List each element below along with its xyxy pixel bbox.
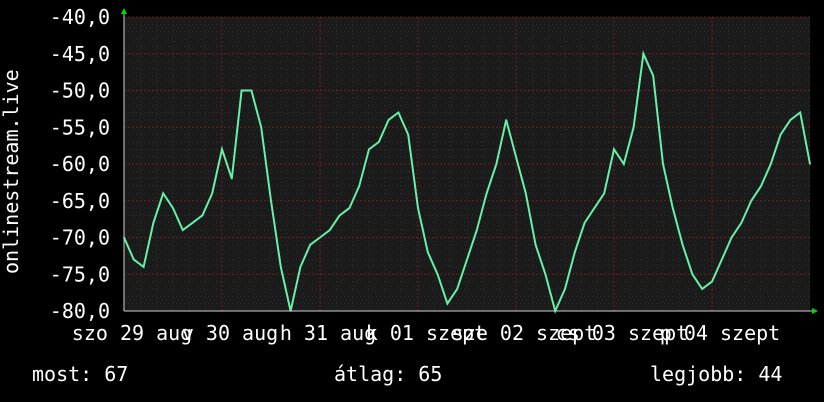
data-point bbox=[593, 207, 596, 209]
data-point bbox=[319, 236, 321, 239]
data-point bbox=[681, 244, 684, 246]
data-point bbox=[201, 214, 204, 217]
data-point bbox=[378, 141, 380, 143]
data-point bbox=[730, 236, 733, 239]
x-tick-label: p 04 szept bbox=[660, 321, 780, 345]
data-point bbox=[152, 222, 155, 224]
data-point bbox=[613, 148, 615, 151]
data-point bbox=[250, 89, 253, 92]
data-point bbox=[358, 185, 361, 187]
data-point bbox=[240, 89, 243, 92]
data-point bbox=[809, 163, 811, 165]
y-axis-ticks: -40,0 -45,0 -50,0 -55,0 -60,0 -65,0 -70,0 -75,0… bbox=[50, 5, 110, 323]
data-point bbox=[162, 192, 164, 195]
data-point bbox=[691, 273, 694, 276]
data-point bbox=[309, 244, 312, 246]
data-point bbox=[427, 251, 429, 253]
data-point bbox=[260, 126, 263, 129]
data-point bbox=[270, 199, 272, 202]
y-tick-label: -65,0 bbox=[50, 189, 110, 213]
data-point bbox=[231, 177, 233, 180]
data-point bbox=[779, 133, 782, 136]
data-point bbox=[407, 133, 410, 136]
data-point bbox=[329, 229, 331, 231]
data-point bbox=[789, 119, 792, 121]
data-point bbox=[368, 148, 370, 151]
y-tick-label: -45,0 bbox=[50, 42, 110, 66]
data-point bbox=[632, 126, 635, 129]
data-point bbox=[172, 207, 174, 209]
data-point bbox=[221, 148, 223, 151]
data-point bbox=[642, 52, 645, 55]
data-point bbox=[495, 163, 498, 165]
y-tick-label: -40,0 bbox=[50, 5, 110, 29]
y-tick-label: -80,0 bbox=[50, 299, 110, 323]
data-point bbox=[505, 119, 508, 121]
data-point bbox=[133, 258, 135, 261]
stat-now: most: 67 bbox=[32, 362, 129, 386]
y-axis-label: onlinestream.live bbox=[0, 69, 23, 274]
data-point bbox=[211, 192, 213, 195]
data-point bbox=[799, 111, 801, 114]
data-point bbox=[534, 244, 537, 246]
data-point bbox=[485, 192, 488, 195]
data-point bbox=[672, 207, 674, 209]
data-point bbox=[515, 155, 517, 158]
data-point bbox=[476, 229, 478, 231]
data-point bbox=[770, 163, 772, 165]
data-point bbox=[446, 302, 449, 305]
data-point bbox=[436, 273, 439, 276]
data-point bbox=[525, 192, 527, 195]
data-point bbox=[397, 111, 400, 114]
data-point bbox=[711, 280, 713, 283]
x-tick-label: szo 29 aug bbox=[72, 321, 192, 345]
data-point bbox=[142, 266, 145, 268]
data-point bbox=[652, 75, 654, 77]
y-tick-label: -60,0 bbox=[50, 152, 110, 176]
data-point bbox=[387, 119, 390, 121]
x-tick-label: v 30 aug bbox=[182, 321, 278, 345]
data-point bbox=[280, 266, 282, 268]
stat-average: átlag: 65 bbox=[334, 362, 443, 386]
data-point bbox=[662, 163, 664, 165]
data-point bbox=[338, 214, 341, 217]
data-point bbox=[417, 207, 419, 209]
data-point bbox=[299, 266, 302, 268]
data-point bbox=[701, 288, 703, 290]
data-point bbox=[348, 207, 351, 209]
x-axis-ticks: szo 29 augv 30 aug h 31 augk 01 szeptsze … bbox=[72, 321, 780, 345]
data-point bbox=[574, 251, 576, 253]
data-point bbox=[182, 229, 184, 231]
data-point bbox=[466, 258, 468, 261]
data-point bbox=[191, 222, 194, 224]
data-point bbox=[603, 192, 605, 195]
data-point bbox=[740, 222, 743, 224]
data-point bbox=[721, 258, 723, 261]
data-point bbox=[456, 288, 459, 290]
stat-best: legjobb: 44 bbox=[650, 362, 783, 386]
x-tick-label: h 31 aug bbox=[280, 321, 376, 345]
y-tick-label: -70,0 bbox=[50, 226, 110, 250]
data-point bbox=[583, 222, 586, 224]
data-point bbox=[750, 199, 752, 202]
data-point bbox=[760, 185, 762, 187]
y-tick-label: -75,0 bbox=[50, 262, 110, 286]
y-tick-label: -50,0 bbox=[50, 79, 110, 103]
data-point bbox=[623, 163, 625, 165]
data-point bbox=[564, 288, 566, 290]
line-chart: -40,0 -45,0 -50,0 -55,0 -60,0 -65,0 -70,0 -75,0… bbox=[0, 0, 824, 402]
y-tick-label: -55,0 bbox=[50, 115, 110, 139]
data-point bbox=[544, 273, 547, 276]
